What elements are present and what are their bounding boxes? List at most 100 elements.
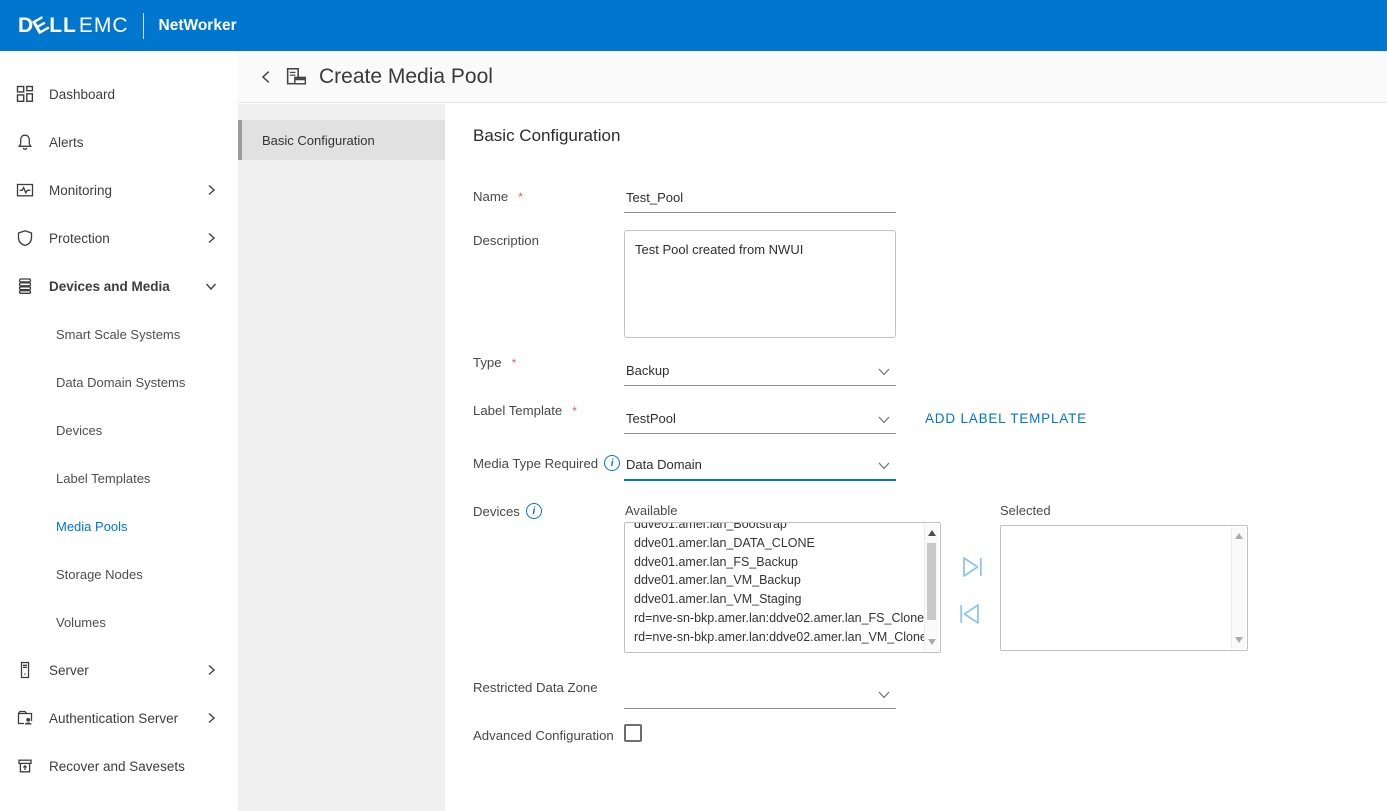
chevron-right-icon <box>202 709 220 727</box>
chevron-down-icon <box>878 691 890 699</box>
product-name: NetWorker <box>159 17 237 35</box>
sidebar-item-alerts[interactable]: Alerts <box>0 118 238 166</box>
sidebar-subitem-smart-scale-systems[interactable]: Smart Scale Systems <box>0 310 238 358</box>
shield-icon <box>16 229 34 247</box>
sidebar-item-monitoring[interactable]: Monitoring <box>0 166 238 214</box>
add-label-template-link[interactable]: ADD LABEL TEMPLATE <box>925 411 1087 426</box>
media-type-required-select-value: Data Domain <box>626 457 702 472</box>
monitoring-icon <box>16 181 34 199</box>
sidebar-item-devices-and-media[interactable]: Devices and Media <box>0 262 238 310</box>
top-app-bar: DELLEMC NetWorker <box>0 0 1387 51</box>
sidebar-item-label: Dashboard <box>49 87 115 102</box>
sidebar-subitem-devices[interactable]: Devices <box>0 406 238 454</box>
sidebar-item-label: Recover and Savesets <box>49 759 185 774</box>
sidebar-subitem-media-pools[interactable]: Media Pools <box>0 502 238 550</box>
logo-letters: LL <box>49 14 77 38</box>
server-icon <box>16 661 34 679</box>
form-panel: Basic Configuration Name * Description T… <box>445 104 1387 811</box>
available-scrollbar[interactable] <box>924 524 939 651</box>
sidebar-item-label: Monitoring <box>49 183 112 198</box>
move-right-button[interactable] <box>959 553 985 581</box>
wizard-steps-panel: Basic Configuration <box>238 104 445 811</box>
chevron-down-icon <box>878 368 890 376</box>
advanced-configuration-label: Advanced Configuration <box>473 728 614 743</box>
dell-emc-logo: DELLEMC <box>18 14 129 38</box>
available-devices-listbox[interactable]: ddve01.amer.lan_Bootstrapddve01.amer.lan… <box>624 522 941 653</box>
chevron-right-icon <box>202 661 220 679</box>
page-header: Create Media Pool <box>238 51 1387 103</box>
storage-stack-icon <box>16 277 34 295</box>
recover-icon <box>16 757 34 775</box>
advanced-configuration-checkbox[interactable] <box>624 724 642 742</box>
move-left-button[interactable] <box>957 600 983 628</box>
selected-column-label: Selected <box>1000 503 1051 518</box>
sidebar-subitem-volumes[interactable]: Volumes <box>0 598 238 646</box>
name-label: Name * <box>473 189 523 204</box>
chevron-down-icon <box>202 277 220 295</box>
sidebar-item-label: Alerts <box>49 135 84 150</box>
sidebar-item-recover-and-savesets[interactable]: Recover and Savesets <box>0 742 238 790</box>
sidebar-subitem-label-templates[interactable]: Label Templates <box>0 454 238 502</box>
page-title: Create Media Pool <box>319 65 493 89</box>
scroll-up-button[interactable] <box>925 525 939 541</box>
sidebar-item-label: Authentication Server <box>49 711 178 726</box>
sidebar-item-protection[interactable]: Protection <box>0 214 238 262</box>
back-button[interactable] <box>258 68 276 86</box>
scroll-down-button[interactable] <box>925 634 939 650</box>
selected-scrollbar[interactable] <box>1231 527 1246 649</box>
scroll-up-button[interactable] <box>1232 528 1246 544</box>
media-pool-icon <box>286 67 307 86</box>
device-option[interactable]: ddve01.amer.lan_VM_Staging <box>634 590 924 609</box>
wizard-step-basic-configuration[interactable]: Basic Configuration <box>238 120 445 160</box>
scrollbar-thumb[interactable] <box>927 543 936 620</box>
chevron-down-icon <box>878 462 890 470</box>
sidebar-item-authentication-server[interactable]: Authentication Server <box>0 694 238 742</box>
chevron-down-icon <box>878 416 890 424</box>
device-option[interactable]: ddve01.amer.lan_VM_Backup <box>634 571 924 590</box>
selected-devices-listbox[interactable] <box>1000 525 1248 651</box>
dashboard-icon <box>16 85 34 103</box>
sidebar-item-label: Devices and Media <box>49 279 170 294</box>
media-type-required-select[interactable]: Data Domain <box>624 454 896 481</box>
sidebar-item-dashboard[interactable]: Dashboard <box>0 70 238 118</box>
type-select[interactable]: Backup <box>624 359 896 386</box>
type-label: Type * <box>473 355 516 370</box>
restricted-data-zone-label: Restricted Data Zone <box>473 680 598 695</box>
sidebar-subitem-storage-nodes[interactable]: Storage Nodes <box>0 550 238 598</box>
auth-server-icon <box>16 709 34 727</box>
description-label: Description <box>473 233 539 248</box>
available-list-items: ddve01.amer.lan_Bootstrapddve01.amer.lan… <box>625 523 924 647</box>
form-heading: Basic Configuration <box>473 126 620 146</box>
scroll-down-button[interactable] <box>1232 632 1246 648</box>
description-textarea[interactable]: Test Pool created from NWUI <box>624 230 896 338</box>
sidebar-subitem-data-domain-systems[interactable]: Data Domain Systems <box>0 358 238 406</box>
brand-divider <box>143 13 144 39</box>
info-icon[interactable]: i <box>526 503 542 519</box>
device-option[interactable]: rd=nve-sn-bkp.amer.lan:ddve02.amer.lan_V… <box>634 628 924 647</box>
bell-icon <box>16 133 34 151</box>
media-type-required-label: Media Type Required i <box>473 455 620 471</box>
sidebar-item-label: Server <box>49 663 89 678</box>
device-option[interactable]: rd=nve-sn-bkp.amer.lan:ddve02.amer.lan_F… <box>634 609 924 628</box>
chevron-right-icon <box>202 181 220 199</box>
sidebar-nav: Dashboard Alerts Monitoring Prote <box>0 51 238 811</box>
required-marker: * <box>518 190 523 204</box>
sidebar-item-label: Protection <box>49 231 110 246</box>
available-column-label: Available <box>625 503 678 518</box>
type-select-value: Backup <box>626 363 669 378</box>
required-marker: * <box>572 404 577 418</box>
label-template-select-value: TestPool <box>626 411 676 426</box>
name-input[interactable] <box>624 190 896 213</box>
info-icon[interactable]: i <box>604 455 620 471</box>
logo-emc: EMC <box>79 14 129 38</box>
label-template-label: Label Template * <box>473 403 577 418</box>
device-option[interactable]: ddve01.amer.lan_DATA_CLONE <box>634 534 924 553</box>
device-option[interactable]: ddve01.amer.lan_FS_Backup <box>634 553 924 572</box>
devices-label: Devices i <box>473 503 542 519</box>
required-marker: * <box>512 356 517 370</box>
restricted-data-zone-select[interactable] <box>624 682 896 709</box>
label-template-select[interactable]: TestPool <box>624 407 896 434</box>
chevron-right-icon <box>202 229 220 247</box>
sidebar-item-server[interactable]: Server <box>0 646 238 694</box>
device-option[interactable]: ddve01.amer.lan_Bootstrap <box>634 523 924 534</box>
